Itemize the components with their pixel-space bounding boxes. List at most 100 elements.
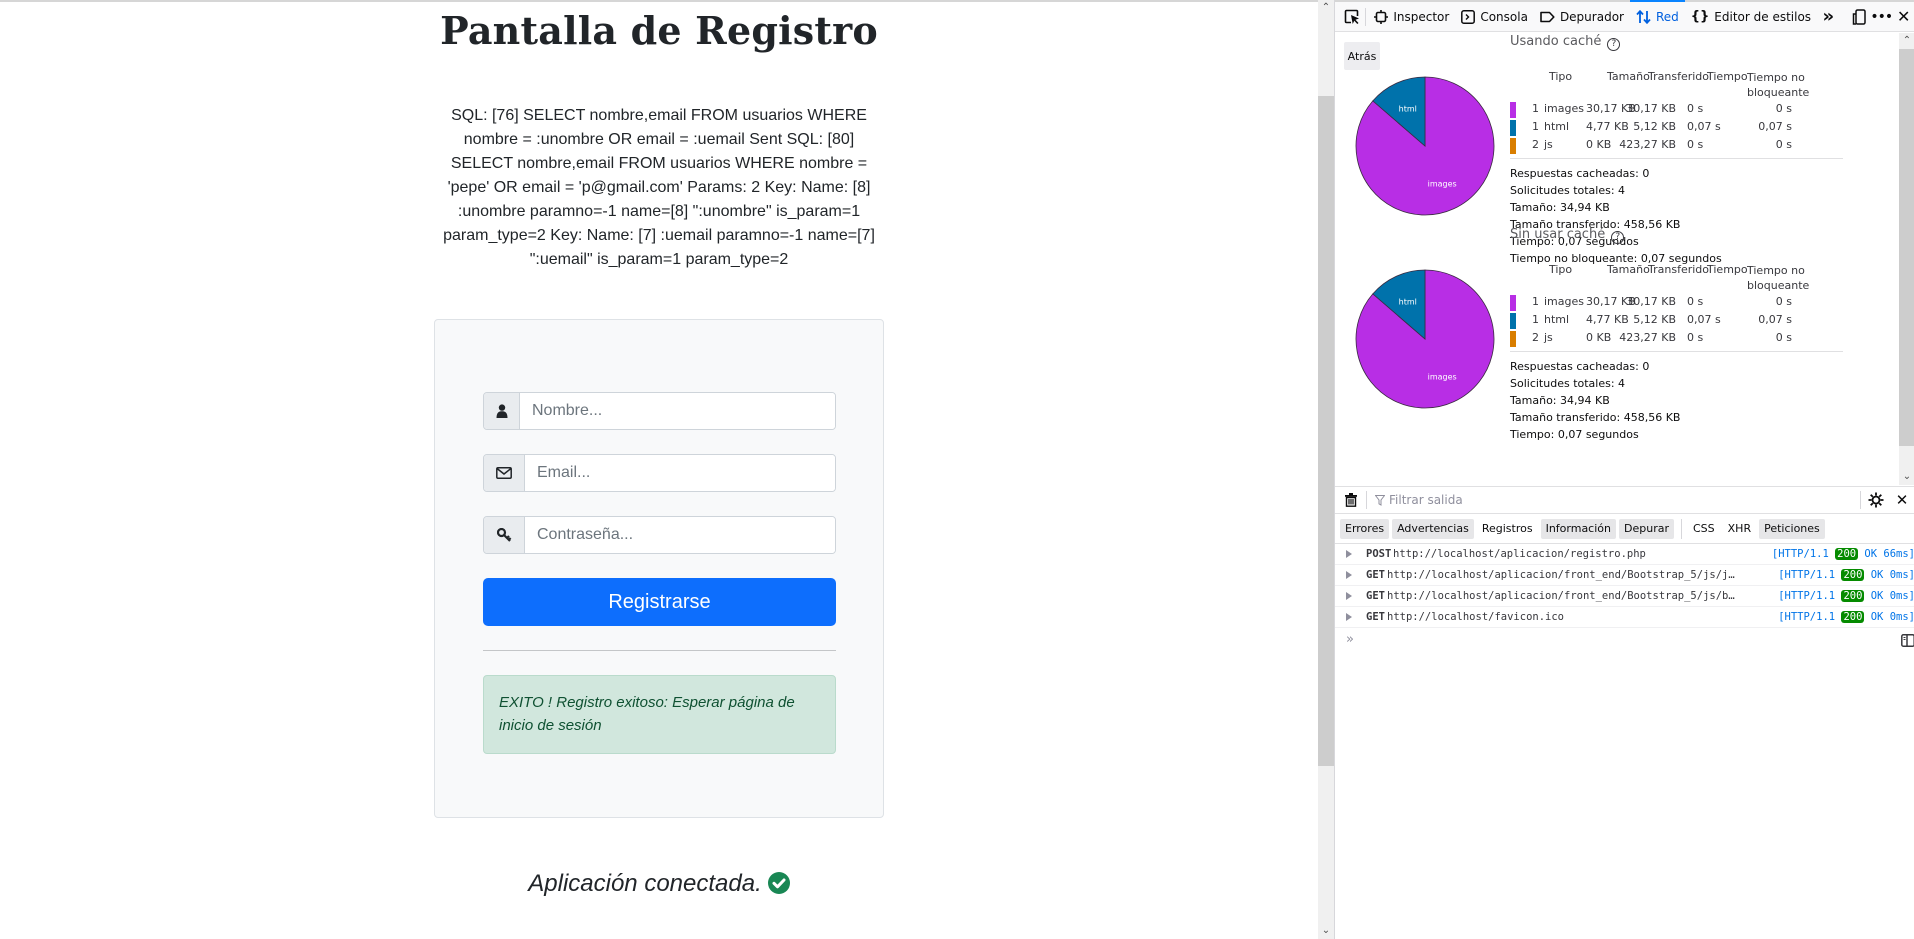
row-count: 1 <box>1532 102 1539 115</box>
pie-chart-1: images html <box>1355 269 1495 409</box>
expand-arrow-icon[interactable] <box>1346 592 1352 600</box>
scroll-up-icon[interactable]: ⌃ <box>1318 0 1334 16</box>
summary-line: Tiempo: 0,07 segundos <box>1510 428 1639 441</box>
filter-depurar[interactable]: Depurar <box>1619 518 1674 539</box>
help-icon[interactable]: ? <box>1607 38 1621 51</box>
nombre-input[interactable] <box>520 393 835 429</box>
stats-row: 1 html 4,77 KB 5,12 KB 0,07 s 0,07 s <box>1510 313 1840 330</box>
column-header: Tamaño <box>1607 70 1650 83</box>
filter-xhr[interactable]: XHR <box>1723 519 1756 539</box>
tab-style-editor[interactable]: {} Editor de estilos <box>1685 2 1817 32</box>
row-type: images <box>1544 102 1584 115</box>
tab-inspector[interactable]: Inspector <box>1368 2 1455 32</box>
row-type: html <box>1544 120 1570 133</box>
debugger-icon <box>1540 11 1555 22</box>
register-button[interactable]: Registrarse <box>483 578 836 626</box>
filter-css[interactable]: CSS <box>1688 519 1720 539</box>
toolbar-separator <box>1365 7 1367 26</box>
console-log-row[interactable]: GET http://localhost/favicon.ico [HTTP/1.1… <box>1335 607 1914 628</box>
envelope-icon <box>484 455 525 491</box>
stats-divider <box>1510 158 1843 159</box>
check-circle-icon <box>767 872 790 901</box>
more-tabs-button[interactable]: » <box>1817 2 1839 32</box>
column-header: Tiempo no bloqueante <box>1747 264 1810 292</box>
row-time: 0 s <box>1687 102 1704 115</box>
filter-información[interactable]: Información <box>1540 518 1616 539</box>
console-input-line[interactable]: » <box>1335 630 1914 652</box>
password-input-group <box>483 516 836 554</box>
console-log-row[interactable]: POST http://localhost/aplicacion/registro… <box>1335 544 1914 565</box>
page-scrollbar-thumb[interactable] <box>1318 96 1334 766</box>
stats-row: 2 js 0 KB 423,27 KB 0 s 0 s <box>1510 331 1840 348</box>
column-header: Tiempo <box>1707 70 1748 83</box>
tab-network[interactable]: Red <box>1629 0 1685 32</box>
column-header: Tipo <box>1549 70 1573 83</box>
expand-arrow-icon[interactable] <box>1346 571 1352 579</box>
help-icon[interactable]: ? <box>1611 231 1625 244</box>
row-time: 0 s <box>1687 331 1704 344</box>
type-color-swatch <box>1510 295 1516 311</box>
request-method: GET <box>1366 569 1385 581</box>
close-devtools-icon[interactable]: ✕ <box>1893 2 1914 32</box>
tab-console[interactable]: Consola <box>1455 2 1534 32</box>
element-picker-icon[interactable] <box>1341 2 1363 32</box>
page-scrollbar[interactable]: ⌃ ⌄ <box>1318 0 1334 939</box>
request-url[interactable]: http://localhost/aplicacion/front_end/Bo… <box>1387 565 1735 585</box>
row-transferred: 423,27 KB <box>1619 331 1676 344</box>
type-color-swatch <box>1510 120 1516 136</box>
scroll-up-icon[interactable]: ⌃ <box>1899 33 1914 49</box>
request-url[interactable]: http://localhost/favicon.ico <box>1387 607 1564 627</box>
protocol: [HTTP/1.1 <box>1778 611 1836 623</box>
row-type: js <box>1544 331 1553 344</box>
clear-console-icon[interactable] <box>1338 485 1364 515</box>
row-size: 4,77 KB <box>1586 120 1629 133</box>
summary-line: Tamaño: 34,94 KB <box>1510 201 1610 214</box>
section-title-text: Usando caché <box>1510 34 1602 49</box>
row-type: html <box>1544 313 1570 326</box>
tab-debugger[interactable]: Depurador <box>1534 2 1630 32</box>
request-status[interactable]: [HTTP/1.1 200 OK 0ms] <box>1778 565 1914 585</box>
row-count: 1 <box>1532 313 1539 326</box>
filter-peticiones[interactable]: Peticiones <box>1759 518 1825 539</box>
request-method: POST <box>1366 548 1392 560</box>
more-options-icon[interactable]: ••• <box>1870 2 1893 32</box>
console-log: POST http://localhost/aplicacion/registro… <box>1335 544 1914 628</box>
filter-advertencias[interactable]: Advertencias <box>1392 518 1474 539</box>
row-nonblocking: 0 s <box>1775 138 1792 151</box>
request-status[interactable]: [HTTP/1.1 200 OK 66ms] <box>1772 544 1914 564</box>
password-input[interactable] <box>525 517 835 553</box>
type-color-swatch <box>1510 138 1516 154</box>
nombre-input-group <box>483 392 836 430</box>
console-log-row[interactable]: GET http://localhost/aplicacion/front_end… <box>1335 565 1914 586</box>
section-title-1: Sin usar caché? <box>1510 227 1625 244</box>
request-status[interactable]: [HTTP/1.1 200 OK 0ms] <box>1778 607 1914 627</box>
expand-arrow-icon[interactable] <box>1346 613 1352 621</box>
console-log-row[interactable]: GET http://localhost/aplicacion/front_end… <box>1335 586 1914 607</box>
console-settings-icon[interactable] <box>1863 485 1889 515</box>
network-panel-scrollbar[interactable]: ⌃ ⌄ <box>1899 33 1914 485</box>
success-alert: EXITO ! Registro exitoso: Esperar página… <box>483 675 836 754</box>
email-input[interactable] <box>525 455 835 491</box>
row-transferred: 5,12 KB <box>1633 313 1676 326</box>
network-scrollbar-thumb[interactable] <box>1899 49 1914 446</box>
filter-registros[interactable]: Registros <box>1477 519 1538 539</box>
sidebar-toggle-icon[interactable] <box>1901 634 1914 650</box>
back-button[interactable]: Atrás <box>1344 42 1380 70</box>
close-split-console-icon[interactable]: ✕ <box>1889 485 1914 515</box>
column-header: Transferido <box>1648 263 1709 276</box>
responsive-design-icon[interactable] <box>1848 2 1870 32</box>
filter-output-input[interactable] <box>1389 493 1769 507</box>
scroll-down-icon[interactable]: ⌄ <box>1318 923 1334 939</box>
row-size: 0 KB <box>1586 138 1612 151</box>
type-color-swatch <box>1510 102 1516 118</box>
console-prompt: » <box>1346 632 1354 647</box>
row-size: 4,77 KB <box>1586 313 1629 326</box>
row-transferred: 30,17 KB <box>1626 295 1676 308</box>
request-url[interactable]: http://localhost/aplicacion/registro.php <box>1393 544 1646 564</box>
filter-errores[interactable]: Errores <box>1340 518 1390 539</box>
request-status[interactable]: [HTTP/1.1 200 OK 0ms] <box>1778 586 1914 606</box>
scroll-down-icon[interactable]: ⌄ <box>1899 469 1914 485</box>
row-transferred: 5,12 KB <box>1633 120 1676 133</box>
expand-arrow-icon[interactable] <box>1346 550 1352 558</box>
request-url[interactable]: http://localhost/aplicacion/front_end/Bo… <box>1387 586 1735 606</box>
